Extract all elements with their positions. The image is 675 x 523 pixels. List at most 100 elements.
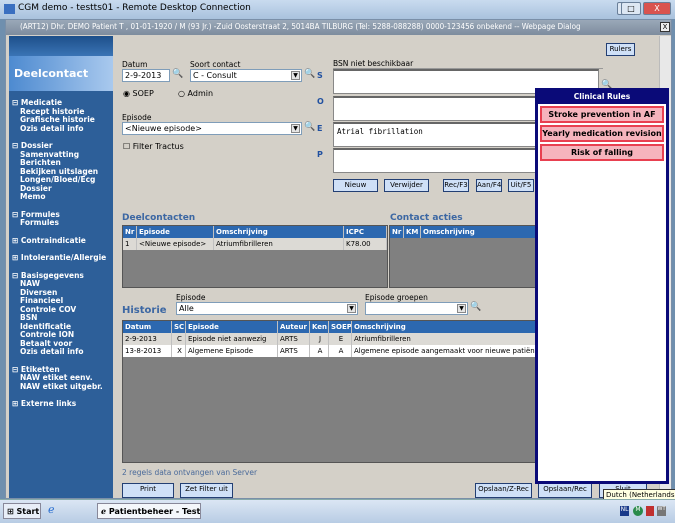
notification-icon[interactable] (646, 506, 654, 516)
sidebar-section: ⊟ Formules Formules (12, 210, 116, 228)
dialog-title: (ART12) Dhr. DEMO Patient T , 01-01-1920… (20, 22, 581, 31)
opslaan-rec-button[interactable]: Opslaan/Rec (538, 483, 592, 498)
table-header: Datum SC Episode Auteur Ken SOEP Omschrijving (123, 321, 539, 333)
episode-groepen-select[interactable]: ▼ (365, 302, 468, 315)
clinical-rules-title: Clinical Rules (538, 91, 666, 104)
s-label: S (317, 71, 323, 80)
verwijder-button[interactable]: Verwijder (384, 179, 429, 192)
start-label: Start (16, 507, 40, 516)
historie-table: Datum SC Episode Auteur Ken SOEP Omschrijving 2… (122, 320, 540, 463)
table-cell: 1 (123, 238, 137, 250)
sidebar-section-title: Dossier (20, 141, 53, 150)
language-nl-icon[interactable]: NL (620, 506, 629, 516)
column-header[interactable]: Episode (137, 226, 214, 238)
table-cell: Atriumfibrilleren (214, 238, 344, 250)
rdp-icon (4, 4, 15, 14)
clinical-rules-panel: Clinical Rules Stroke prevention in AF Ye… (535, 88, 669, 484)
wt-tray-icon[interactable]: WT (657, 506, 666, 516)
taskbar-patientbeheer[interactable]: ℯ Patientbeheer - Test... (97, 503, 201, 519)
deelcontacten-table: Nr Episode Omschrijving ICPC 1 <Nieuwe episod… (122, 225, 388, 288)
sidebar-item[interactable]: NAW etiket uitgebr. (12, 382, 116, 392)
sidebar-item[interactable]: Formules (12, 218, 116, 228)
nieuw-button[interactable]: Nieuw (333, 179, 378, 192)
sidebar-item[interactable]: Memo (12, 192, 116, 202)
column-header[interactable]: Episode (186, 321, 278, 333)
soort-contact-select[interactable]: C - Consult ▼ (190, 69, 302, 82)
soort-contact-value: C - Consult (193, 71, 237, 80)
chevron-down-icon: ▼ (291, 71, 300, 80)
admin-radio[interactable]: ○ Admin (178, 89, 213, 98)
table-cell: X (172, 345, 186, 357)
filter-tractus-checkbox[interactable]: ☐ Filter Tractus (123, 142, 184, 151)
uit-f5-button[interactable]: Uit/F5 (508, 179, 534, 192)
aan-f4-button[interactable]: Aan/F4 (476, 179, 502, 192)
rec-f3-button[interactable]: Rec/F3 (443, 179, 469, 192)
historie-episode-select[interactable]: Alle ▼ (176, 302, 358, 315)
column-header[interactable]: Omschrijving (421, 226, 538, 238)
sidebar-section-title: Intolerantie/Allergie (20, 253, 107, 262)
sidebar-section-externe-links[interactable]: ⊞ Externe links (12, 399, 116, 409)
start-button[interactable]: ⊞ Start (3, 503, 41, 519)
expand-icon[interactable]: ⊟ (12, 141, 21, 150)
episode-value: <Nieuwe episode> (125, 124, 202, 133)
clinical-rule-item[interactable]: Stroke prevention in AF (540, 106, 664, 123)
expand-icon[interactable]: ⊟ (12, 98, 21, 107)
column-header[interactable]: Auteur (278, 321, 310, 333)
table-cell: <Nieuwe episode> (137, 238, 214, 250)
clinical-rule-item[interactable]: Risk of falling (540, 144, 664, 161)
table-row[interactable]: 13-8-2013 X Algemene Episode ARTS A A Algemene… (123, 345, 539, 357)
chevron-down-icon: ▼ (457, 304, 466, 313)
zet-filter-uit-button[interactable]: Zet Filter uit (180, 483, 233, 498)
column-header[interactable]: Nr (123, 226, 137, 238)
table-cell: 13-8-2013 (123, 345, 172, 357)
column-header[interactable]: Omschrijving (214, 226, 344, 238)
dialog-close-button[interactable]: X (660, 22, 670, 32)
column-header[interactable]: KM (404, 226, 421, 238)
column-header[interactable]: SC (172, 321, 186, 333)
column-header[interactable]: ICPC (344, 226, 387, 238)
column-header[interactable]: SOEP (329, 321, 352, 333)
clinical-rule-item[interactable]: Yearly medication revision (540, 125, 664, 142)
soep-radio[interactable]: ◉ SOEP (123, 89, 154, 98)
soep-radio-label: SOEP (132, 89, 154, 98)
taskbar: ⊞ Start ℯ ℯ Patientbeheer - Test... NL M… (0, 499, 675, 523)
soort-contact-label: Soort contact (190, 60, 241, 69)
expand-icon[interactable]: ⊞ (12, 236, 21, 245)
s-search-icon[interactable]: 🔍 (304, 69, 315, 79)
datum-input[interactable]: 2-9-2013 (122, 69, 170, 82)
sidebar-item[interactable]: Ozis detail info (12, 124, 116, 134)
sidebar-section-contraindicatie[interactable]: ⊞ Contraindicatie (12, 236, 116, 246)
bsn-label: BSN niet beschikbaar (333, 59, 603, 69)
task-label: Patientbeheer - Test... (108, 507, 201, 516)
sidebar-section-intolerantie-allergie[interactable]: ⊞ Intolerantie/Allergie (12, 253, 116, 263)
sidebar-section: ⊟ Basisgegevens NAW Diversen Financieel Cont… (12, 271, 116, 357)
sidebar: Deelcontact ⊟ Medicatie Recept historie Gr… (9, 36, 113, 498)
groepen-search-icon[interactable]: 🔍 (470, 302, 481, 312)
datum-search-icon[interactable]: 🔍 (172, 69, 183, 79)
sidebar-item[interactable]: Ozis detail info (12, 347, 116, 357)
column-header[interactable]: Nr (390, 226, 404, 238)
admin-radio-label: Admin (187, 89, 214, 98)
episode-select[interactable]: <Nieuwe episode> ▼ (122, 122, 302, 135)
datum-label: Datum (122, 60, 148, 69)
table-row[interactable]: 2-9-2013 C Episode niet aanwezig ARTS J E Atri… (123, 333, 539, 345)
e-search-icon[interactable]: 🔍 (304, 122, 315, 132)
ie-icon[interactable]: ℯ (48, 503, 55, 516)
m-tray-icon[interactable]: M (633, 506, 643, 516)
table-cell: A (310, 345, 329, 357)
opslaan-z-rec-button[interactable]: Opslaan/Z-Rec (475, 483, 532, 498)
column-header[interactable]: Ken (310, 321, 329, 333)
print-button[interactable]: Print (122, 483, 174, 498)
expand-icon[interactable]: ⊞ (12, 253, 21, 262)
close-button[interactable]: X (643, 2, 671, 15)
column-header[interactable]: Omschrijving (352, 321, 539, 333)
expand-icon[interactable]: ⊞ (12, 399, 21, 408)
rulers-button[interactable]: Rulers (606, 43, 635, 56)
episode-label: Episode (122, 113, 152, 122)
table-row[interactable]: 1 <Nieuwe episode> Atriumfibrilleren K78.00 (123, 238, 387, 250)
contact-acties-title: Contact acties (390, 213, 463, 223)
sidebar-section: ⊟ Medicatie Recept historie Grafische hist… (12, 98, 116, 134)
column-header[interactable]: Datum (123, 321, 172, 333)
window-title: CGM demo - testts01 - Remote Desktop Con… (18, 3, 251, 13)
maximize-button[interactable]: □ (621, 2, 641, 15)
